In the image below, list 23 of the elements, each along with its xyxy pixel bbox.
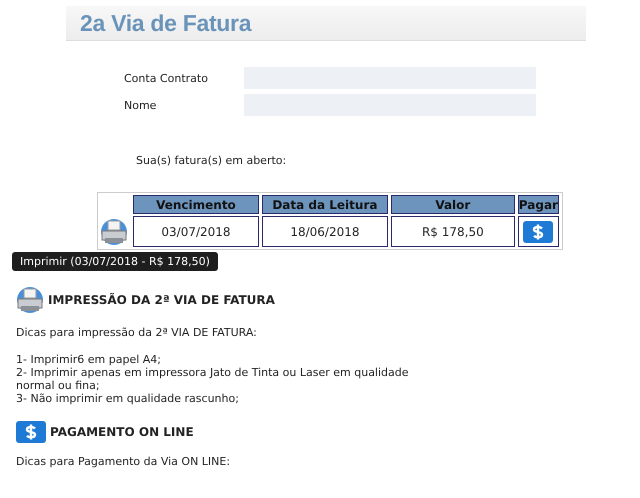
column-header: Valor xyxy=(390,195,515,214)
column-header: Vencimento xyxy=(132,195,259,214)
section-heading: IMPRESSÃO DA 2ª VIA DE FATURA xyxy=(48,293,275,307)
tip-line: 3- Não imprimir em qualidade rascunho; xyxy=(16,392,240,405)
column-header: Data da Leitura xyxy=(262,195,388,214)
section-intro: Dicas para impressão da 2ª VIA DE FATURA: xyxy=(16,326,258,339)
tip-line: 1- Imprimir6 em papel A4; xyxy=(16,353,162,366)
column-header: Pagar xyxy=(518,195,559,214)
tooltip: Imprimir (03/07/2018 - R$ 178,50) xyxy=(12,252,218,271)
table-cell: 18/06/2018 xyxy=(262,216,388,247)
field-label: Nome xyxy=(124,98,158,112)
printer-icon xyxy=(16,286,44,314)
open-invoices-label: Sua(s) fatura(s) em aberto: xyxy=(136,154,288,167)
field-label: Conta Contrato xyxy=(124,72,209,84)
table-cell: 03/07/2018 xyxy=(132,216,259,247)
dollar-icon xyxy=(16,421,46,443)
printer-icon[interactable] xyxy=(100,218,128,246)
dollar-icon[interactable] xyxy=(523,220,554,242)
page-title: 2a Via de Fatura xyxy=(80,10,252,36)
table-cell: R$ 178,50 xyxy=(390,216,515,247)
section-heading: PAGAMENTO ON LINE xyxy=(50,425,194,439)
tip-line: 2- Imprimir apenas em impressora Jato de Tinta ou Laser em qualidade normal ou fina; xyxy=(16,366,410,392)
section-intro: Dicas para Pagamento da Via ON LINE: xyxy=(16,455,232,468)
